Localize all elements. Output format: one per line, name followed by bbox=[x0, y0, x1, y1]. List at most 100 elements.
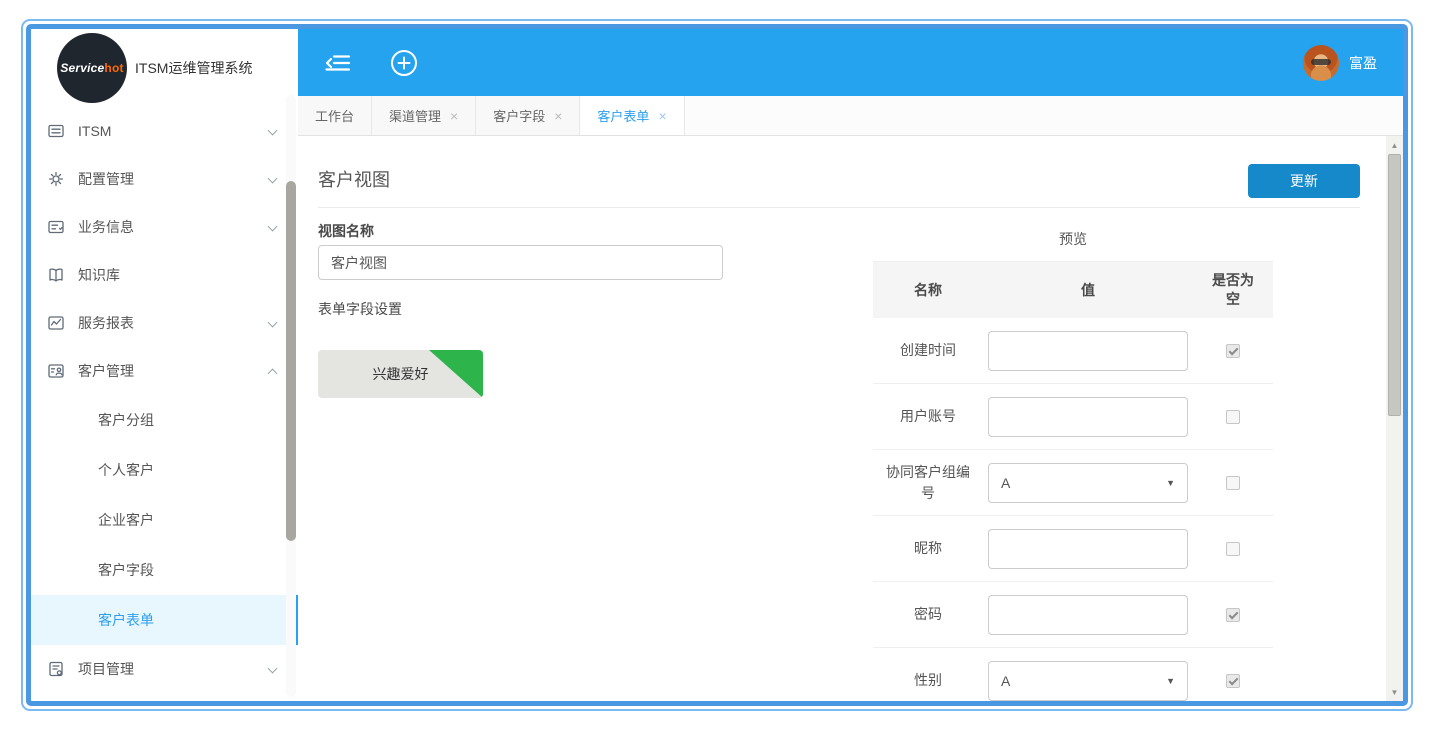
main-panel: 富盈 工作台 渠道管理 × 客户字段 × 客户表单 × 客户视图 更新 视图名称 表单字段设… bbox=[298, 29, 1403, 701]
sidebar-item-label: 项目管理 bbox=[78, 659, 268, 679]
scroll-up-icon[interactable]: ▲ bbox=[1386, 137, 1403, 153]
sidebar-subitem[interactable]: 企业客户 bbox=[31, 495, 298, 545]
not-empty-checkbox[interactable] bbox=[1226, 542, 1240, 556]
sidebar-submenu: 客户分组个人客户企业客户客户字段客户表单 bbox=[31, 395, 298, 645]
field-value-select[interactable]: A▼ bbox=[988, 463, 1188, 503]
sidebar: Servicehot ITSM运维管理系统 ITSM 配置管理业务信息知识库服务报… bbox=[31, 29, 298, 701]
field-value-input[interactable] bbox=[988, 529, 1188, 569]
tab[interactable]: 渠道管理 × bbox=[372, 96, 476, 135]
tab-label: 客户表单 bbox=[597, 106, 649, 125]
sidebar-subitem[interactable]: 个人客户 bbox=[31, 445, 298, 495]
view-name-input[interactable] bbox=[318, 245, 723, 280]
tab-label: 渠道管理 bbox=[389, 106, 441, 125]
chevron-down-icon bbox=[268, 174, 278, 184]
tab[interactable]: 客户表单 × bbox=[580, 96, 684, 135]
content-scrollbar[interactable]: ▲ ▼ bbox=[1386, 136, 1403, 701]
field-value-cell bbox=[983, 397, 1193, 437]
card-icon bbox=[46, 217, 66, 237]
sidebar-item[interactable]: 知识库 bbox=[31, 251, 298, 299]
avatar[interactable] bbox=[1303, 45, 1339, 81]
sidebar-item-label: 配置管理 bbox=[78, 169, 268, 189]
topbar: 富盈 bbox=[298, 29, 1403, 96]
field-value-input[interactable] bbox=[988, 595, 1188, 635]
not-empty-checkbox[interactable] bbox=[1226, 608, 1240, 622]
tab-close-icon[interactable]: × bbox=[658, 109, 666, 123]
project-icon bbox=[46, 659, 66, 679]
content-scrollbar-thumb[interactable] bbox=[1388, 154, 1401, 416]
scroll-down-icon[interactable]: ▼ bbox=[1386, 684, 1403, 700]
preview-row: 昵称 bbox=[873, 516, 1273, 582]
sidebar-item-label: 知识库 bbox=[78, 265, 268, 285]
preview-row: 性别A▼ bbox=[873, 648, 1273, 701]
tab[interactable]: 客户字段 × bbox=[476, 96, 580, 135]
servicehot-logo: Servicehot bbox=[57, 33, 127, 103]
fold-menu-icon[interactable] bbox=[324, 53, 351, 73]
not-empty-cell bbox=[1193, 476, 1273, 490]
preview-header-row: 名称值是否为空 bbox=[873, 261, 1273, 318]
sidebar-item[interactable]: 服务报表 bbox=[31, 299, 298, 347]
not-empty-checkbox[interactable] bbox=[1226, 674, 1240, 688]
field-chip-label: 兴趣爱好 bbox=[373, 364, 429, 384]
sidebar-subitem[interactable]: 客户分组 bbox=[31, 395, 298, 445]
not-empty-checkbox[interactable] bbox=[1226, 476, 1240, 490]
sidebar-item[interactable]: 业务信息 bbox=[31, 203, 298, 251]
field-value-select[interactable]: A▼ bbox=[988, 661, 1188, 701]
sidebar-scrollbar-track[interactable] bbox=[286, 95, 296, 697]
user-menu[interactable]: 富盈 bbox=[1303, 45, 1377, 81]
preview-row: 创建时间 bbox=[873, 318, 1273, 384]
preview-column-header: 值 bbox=[983, 280, 1193, 300]
sidebar-item[interactable]: 项目管理 bbox=[31, 645, 298, 693]
sidebar-subitem-label: 企业客户 bbox=[98, 510, 278, 530]
brand: Servicehot ITSM运维管理系统 bbox=[31, 29, 298, 107]
chevron-down-icon bbox=[268, 664, 278, 674]
field-value-cell bbox=[983, 529, 1193, 569]
tab-close-icon[interactable]: × bbox=[450, 109, 458, 123]
sidebar-nav: ITSM 配置管理业务信息知识库服务报表客户管理客户分组个人客户企业客户客户字段客… bbox=[31, 107, 298, 693]
field-value-cell bbox=[983, 595, 1193, 635]
tab-label: 客户字段 bbox=[493, 106, 545, 125]
field-name: 协同客户组编号 bbox=[873, 462, 983, 504]
field-value-cell: A▼ bbox=[983, 661, 1193, 701]
page-title: 客户视图 bbox=[318, 166, 390, 192]
field-settings-label: 表单字段设置 bbox=[318, 299, 402, 319]
sidebar-item[interactable]: ITSM bbox=[31, 107, 298, 155]
sidebar-item[interactable]: 配置管理 bbox=[31, 155, 298, 203]
sidebar-scrollbar-thumb[interactable] bbox=[286, 181, 296, 541]
sidebar-item-label: 客户管理 bbox=[78, 361, 268, 381]
not-empty-checkbox[interactable] bbox=[1226, 410, 1240, 424]
field-value-input[interactable] bbox=[988, 331, 1188, 371]
field-value-cell: A▼ bbox=[983, 463, 1193, 503]
preview-row: 密码 bbox=[873, 582, 1273, 648]
field-value-input[interactable] bbox=[988, 397, 1188, 437]
sidebar-subitem[interactable]: 客户字段 bbox=[31, 545, 298, 595]
chevron-down-icon bbox=[268, 222, 278, 232]
update-button[interactable]: 更新 bbox=[1248, 164, 1360, 198]
preview-row: 协同客户组编号A▼ bbox=[873, 450, 1273, 516]
tabbar: 工作台 渠道管理 × 客户字段 × 客户表单 × bbox=[298, 96, 1403, 136]
field-value-cell bbox=[983, 331, 1193, 371]
field-chip-interest[interactable]: 兴趣爱好 bbox=[318, 350, 483, 398]
sidebar-subitem-label: 个人客户 bbox=[98, 460, 278, 480]
logo-text-service: Service bbox=[60, 61, 104, 75]
sidebar-subitem[interactable]: 客户表单 bbox=[31, 595, 298, 645]
content-area: 客户视图 更新 视图名称 表单字段设置 兴趣爱好 预览 名称值是否为空创建时间用… bbox=[298, 136, 1403, 701]
tab[interactable]: 工作台 bbox=[298, 96, 372, 135]
tab-close-icon[interactable]: × bbox=[554, 109, 562, 123]
not-empty-cell bbox=[1193, 410, 1273, 424]
plus-circle-icon[interactable] bbox=[389, 48, 419, 78]
logo-text-hot: hot bbox=[104, 61, 123, 75]
sidebar-item[interactable]: 客户管理 bbox=[31, 347, 298, 395]
field-name: 昵称 bbox=[873, 538, 983, 559]
select-caret-icon: ▼ bbox=[1166, 676, 1175, 686]
preview-column-header: 名称 bbox=[873, 280, 983, 301]
chevron-down-icon bbox=[268, 318, 278, 328]
not-empty-cell bbox=[1193, 674, 1273, 688]
chip-corner-ribbon-icon bbox=[429, 350, 483, 398]
chevron-down-icon bbox=[268, 126, 278, 136]
not-empty-checkbox[interactable] bbox=[1226, 344, 1240, 358]
view-name-label: 视图名称 bbox=[318, 221, 374, 241]
customer-icon bbox=[46, 361, 66, 381]
select-value: A bbox=[1001, 475, 1010, 491]
app-title: ITSM运维管理系统 bbox=[135, 58, 252, 78]
tab-label: 工作台 bbox=[315, 106, 354, 125]
